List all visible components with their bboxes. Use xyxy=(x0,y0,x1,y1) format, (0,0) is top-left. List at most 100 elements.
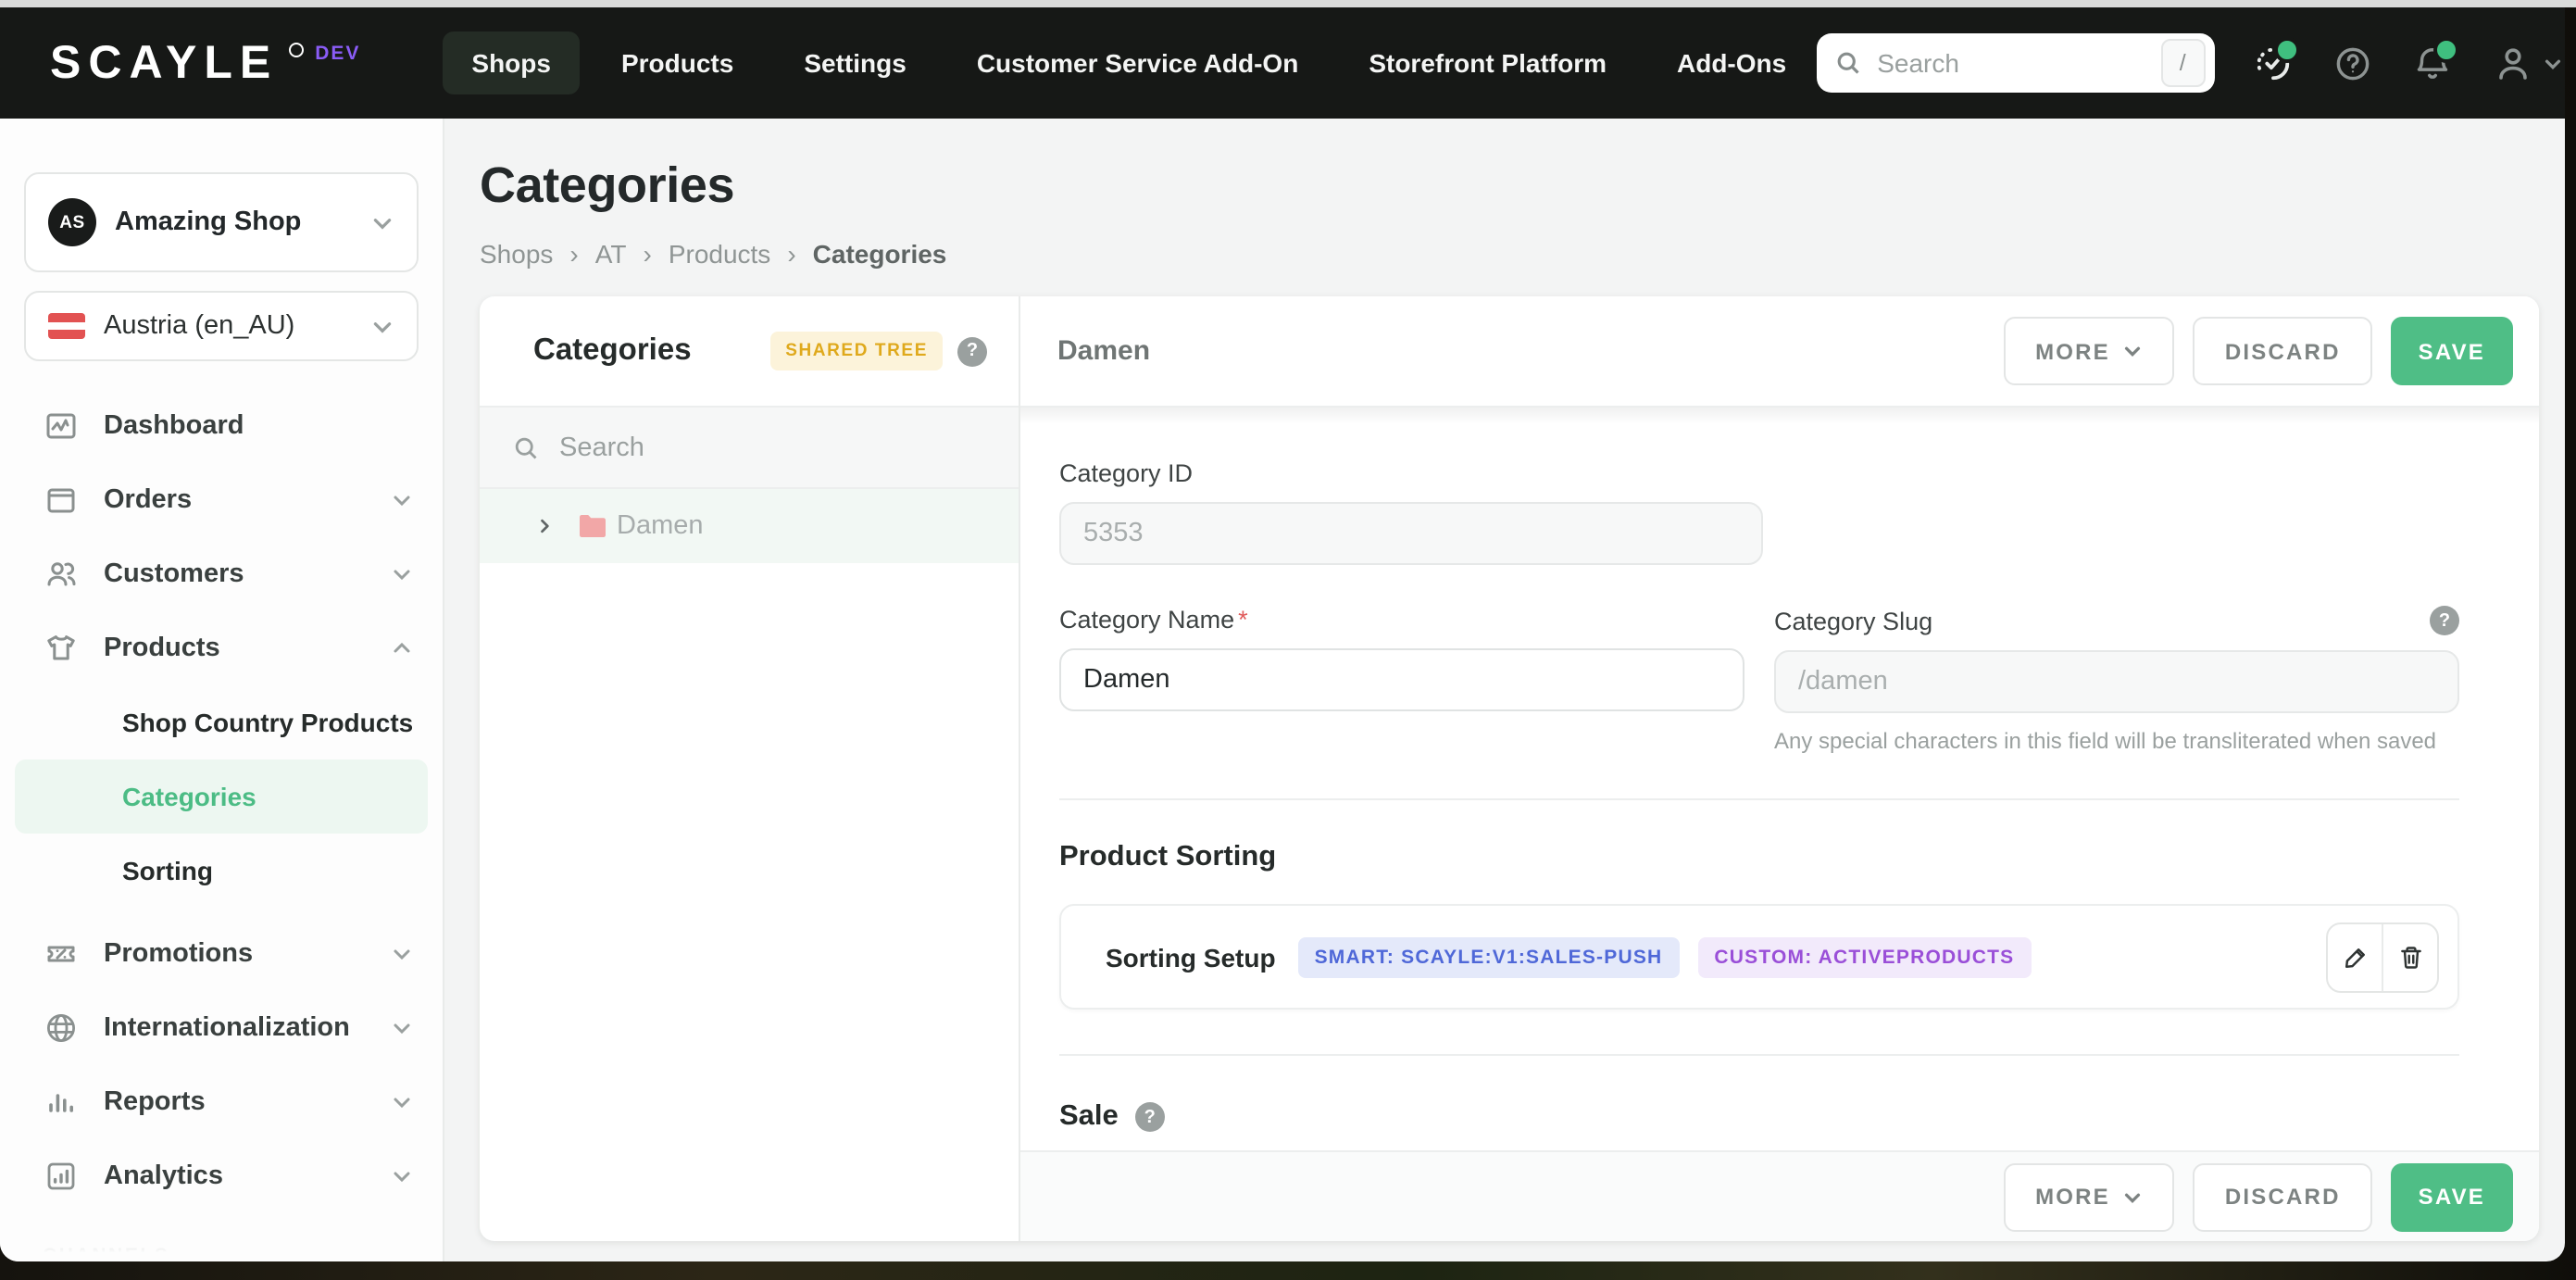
footer-more-button[interactable]: MORE xyxy=(2004,1162,2175,1231)
account-menu[interactable] xyxy=(2492,43,2562,83)
shop-name: Amazing Shop xyxy=(115,207,302,237)
section-divider xyxy=(1059,1054,2459,1056)
chevron-right-icon[interactable] xyxy=(535,517,554,535)
austria-flag-icon xyxy=(48,313,85,339)
header-actions: MORE DISCARD SAVE xyxy=(2004,317,2513,385)
breadcrumb-separator: › xyxy=(569,239,579,269)
country-selector[interactable]: Austria (en_AU) xyxy=(24,291,419,361)
category-name-label: Category Name * xyxy=(1059,606,1248,634)
global-search[interactable]: / xyxy=(1816,33,2215,93)
page-title: Categories xyxy=(480,157,735,213)
breadcrumb: Shops › AT › Products › Categories xyxy=(480,239,2539,269)
analytics-icon xyxy=(46,1162,74,1190)
breadcrumb-categories: Categories xyxy=(812,239,947,269)
logo-text: SCAYLE xyxy=(50,36,279,88)
user-icon xyxy=(2498,48,2527,80)
category-name-field[interactable] xyxy=(1059,648,1744,711)
promotions-icon xyxy=(46,946,74,962)
folder-icon xyxy=(580,515,606,537)
sidebar-item-dashboard[interactable]: Dashboard xyxy=(0,389,443,463)
category-slug-help-button[interactable]: ? xyxy=(2430,606,2459,635)
chevron-down-icon xyxy=(373,218,392,229)
edit-sorting-button[interactable] xyxy=(2328,923,2382,990)
nav-item-shops[interactable]: Shops xyxy=(442,31,581,94)
discard-button[interactable]: DISCARD xyxy=(2193,317,2372,385)
footer-discard-button[interactable]: DISCARD xyxy=(2193,1162,2372,1231)
orders-icon xyxy=(46,488,74,513)
breadcrumb-at[interactable]: AT xyxy=(595,239,627,269)
screen: SCAYLE DEV Shops Products Settings Custo… xyxy=(0,0,2576,1280)
sidebar-item-categories[interactable]: Categories xyxy=(15,759,428,834)
top-navbar: SCAYLE DEV Shops Products Settings Custo… xyxy=(0,7,2565,119)
help-button[interactable] xyxy=(2332,43,2373,83)
sidebar-item-customers[interactable]: Customers xyxy=(0,537,443,611)
detail-header: Damen MORE DISCARD SAVE xyxy=(1020,296,2539,408)
app-window: SCAYLE DEV Shops Products Settings Custo… xyxy=(0,7,2565,1261)
sidebar-item-analytics[interactable]: Analytics xyxy=(0,1139,443,1213)
scayle-logo[interactable]: SCAYLE DEV xyxy=(50,36,361,88)
globe-icon xyxy=(45,1013,75,1043)
chevron-down-icon xyxy=(394,570,410,581)
chevron-up-icon xyxy=(394,642,410,653)
sidebar-item-products[interactable]: Products xyxy=(0,611,443,685)
chevron-down-icon xyxy=(2125,1192,2141,1203)
tree-search-input[interactable] xyxy=(556,431,985,464)
notifications-dot xyxy=(2432,37,2459,63)
sidebar-item-promotions[interactable]: Promotions xyxy=(0,917,443,991)
nav-item-storefront-platform[interactable]: Storefront Platform xyxy=(1339,31,1636,94)
sorting-setup-label: Sorting Setup xyxy=(1106,942,1276,972)
tree-search[interactable] xyxy=(480,408,1019,489)
status-check-button[interactable] xyxy=(2253,37,2300,83)
reports-icon xyxy=(48,1094,72,1112)
detail-body: Category ID Category Name* xyxy=(1020,408,2539,1150)
nav-item-customer-service-addon[interactable]: Customer Service Add-On xyxy=(947,31,1329,94)
customers-icon xyxy=(46,562,75,586)
chevron-down-icon xyxy=(394,496,410,507)
tree-item-label: Damen xyxy=(617,511,704,541)
breadcrumb-shops[interactable]: Shops xyxy=(480,239,553,269)
navbar-right: / xyxy=(1816,33,2562,93)
shared-tree-help-button[interactable]: ? xyxy=(957,336,987,366)
category-tree-panel: Categories SHARED TREE ? Damen xyxy=(480,296,1020,1241)
chevron-down-icon xyxy=(394,1023,410,1035)
notifications-button[interactable] xyxy=(2412,37,2459,83)
env-badge: DEV xyxy=(315,42,361,64)
window-top-edge xyxy=(0,0,2576,7)
sorting-setup-row: Sorting Setup SMART: SCAYLE:V1:SALES-PUS… xyxy=(1059,904,2459,1010)
country-name: Austria (en_AU) xyxy=(104,311,295,341)
section-divider xyxy=(1059,798,2459,800)
breadcrumb-products[interactable]: Products xyxy=(669,239,771,269)
shop-selector[interactable]: AS Amazing Shop xyxy=(24,172,419,272)
more-button[interactable]: MORE xyxy=(2004,317,2175,385)
sorting-badges: SMART: SCAYLE:V1:SALES-PUSH CUSTOM: ACTI… xyxy=(1297,936,2032,977)
nav-item-add-ons[interactable]: Add-Ons xyxy=(1647,31,1816,94)
sidebar-item-sorting[interactable]: Sorting xyxy=(0,834,443,908)
chevron-down-icon xyxy=(394,949,410,960)
shop-avatar: AS xyxy=(48,198,96,246)
sidebar: AS Amazing Shop Austria (en_AU) Dashboar… xyxy=(0,119,444,1261)
nav-item-settings[interactable]: Settings xyxy=(774,31,935,94)
search-input[interactable] xyxy=(1873,46,2148,80)
sidebar-item-internationalization[interactable]: Internationalization xyxy=(0,991,443,1065)
sale-heading: Sale xyxy=(1059,1100,1119,1132)
product-sorting-heading: Product Sorting xyxy=(1059,841,1277,872)
tree-item-damen[interactable]: Damen xyxy=(480,489,1019,563)
category-slug-hint: Any special characters in this field wil… xyxy=(1774,728,2437,754)
pencil-icon xyxy=(2344,947,2364,968)
detail-title: Damen xyxy=(1057,335,1151,367)
category-id-field xyxy=(1059,502,1763,565)
footer-save-button[interactable]: SAVE xyxy=(2390,1162,2513,1231)
chevron-down-icon xyxy=(373,321,392,333)
sidebar-item-reports[interactable]: Reports xyxy=(0,1065,443,1139)
nav-item-products[interactable]: Products xyxy=(592,31,763,94)
tree-panel-title: Categories xyxy=(533,333,692,367)
required-mark: * xyxy=(1238,606,1248,634)
sidebar-item-shop-country-products[interactable]: Shop Country Products xyxy=(0,685,443,759)
save-button[interactable]: SAVE xyxy=(2390,317,2513,385)
chevron-down-icon xyxy=(2545,58,2560,69)
sale-help-button[interactable]: ? xyxy=(1134,1102,1165,1132)
sidebar-item-orders[interactable]: Orders xyxy=(0,463,443,537)
search-icon xyxy=(1836,52,1858,74)
delete-sorting-button[interactable] xyxy=(2382,923,2437,990)
main-content: Categories Shops › AT › Products › Categ… xyxy=(444,119,2565,1261)
